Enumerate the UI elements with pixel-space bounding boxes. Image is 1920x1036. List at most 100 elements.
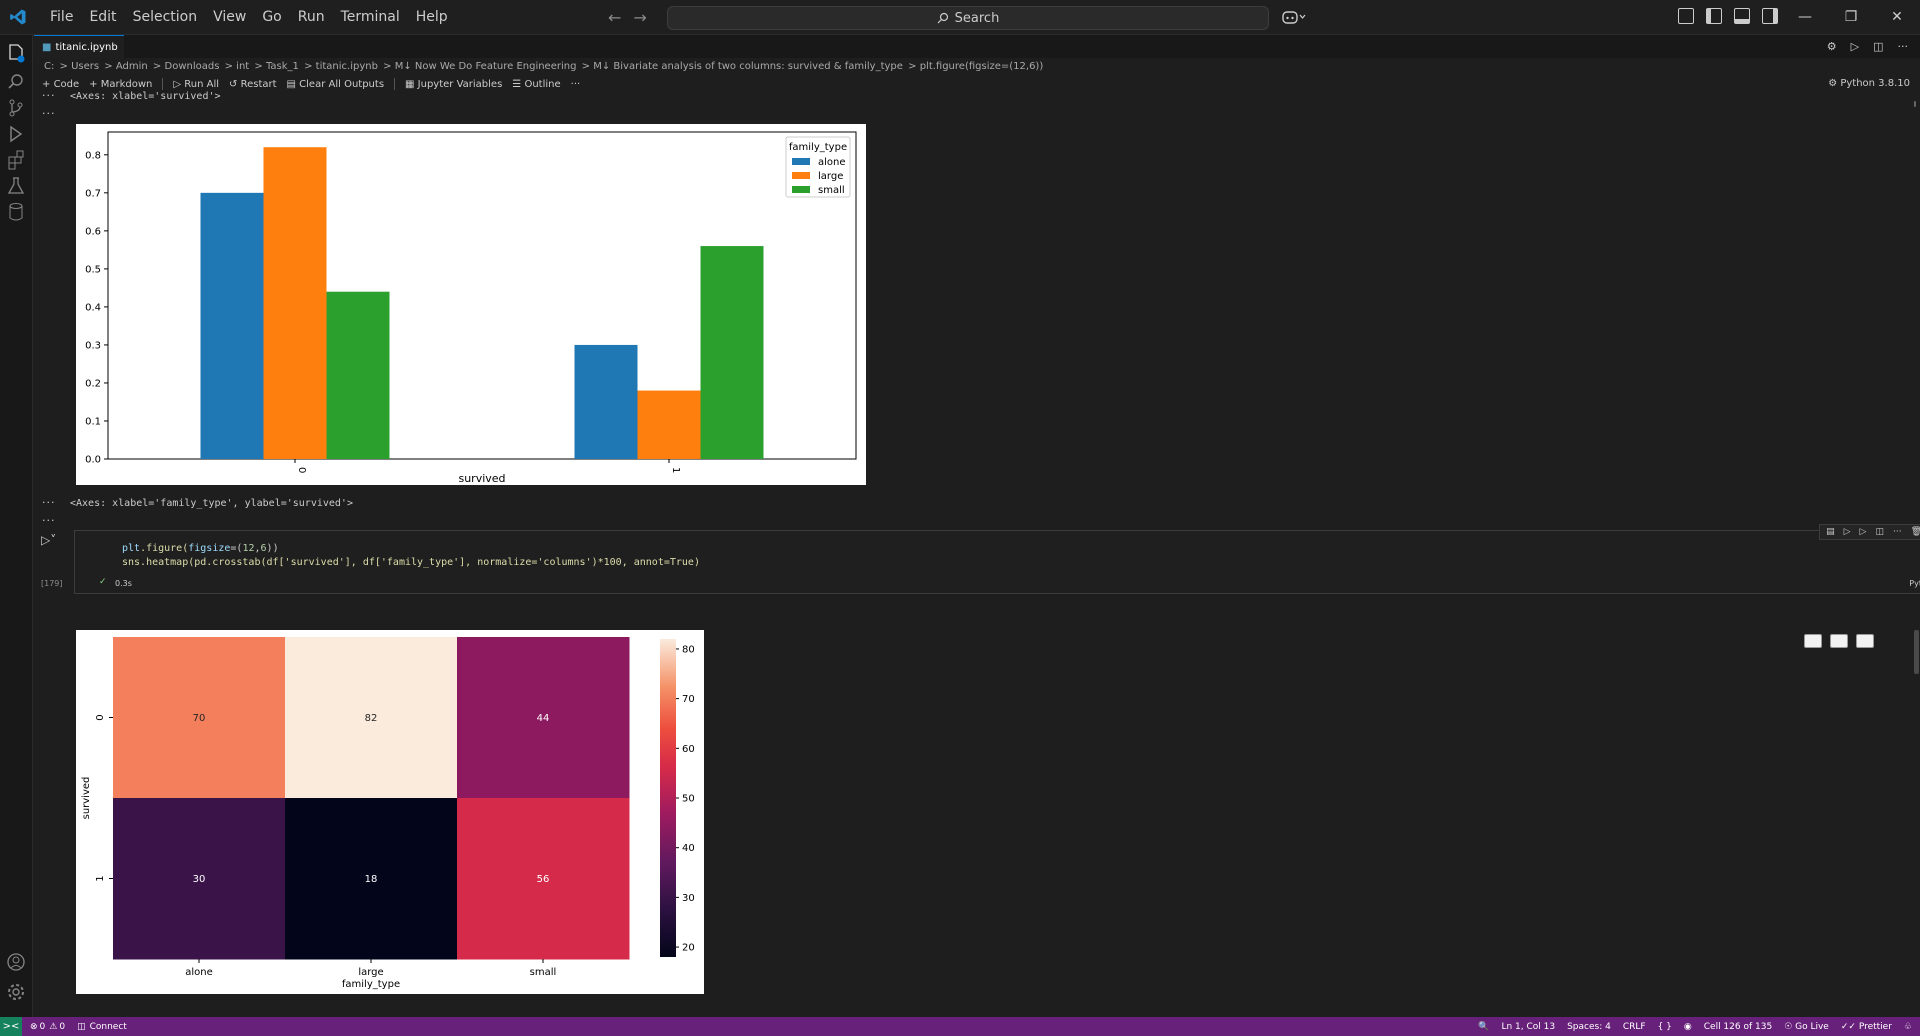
split-cell-icon[interactable]: ◫	[1875, 527, 1884, 537]
error-count[interactable]: 0	[40, 1022, 46, 1032]
scroll-up-icon[interactable]	[1914, 101, 1916, 107]
editor-actions: ⚙ ▷ ◫ ···	[1827, 40, 1908, 53]
menu-selection[interactable]: Selection	[125, 0, 206, 35]
breadcrumb-item[interactable]: Task_1	[266, 61, 299, 72]
line-ending[interactable]: CRLF	[1623, 1022, 1646, 1032]
copilot-icon[interactable]	[1282, 9, 1310, 27]
breadcrumb-item[interactable]: Admin	[116, 61, 148, 72]
braces-icon[interactable]: { }	[1658, 1022, 1672, 1032]
x-axis-label: survived	[458, 472, 505, 485]
breadcrumb-item[interactable]: M↓ Now We Do Feature Engineering	[395, 61, 577, 72]
explorer-icon[interactable]	[5, 42, 27, 64]
code-editor[interactable]: plt.figure(figsize=(12,6)) sns.heatmap(p…	[122, 542, 700, 570]
account-icon[interactable]	[5, 951, 27, 973]
outline-button[interactable]: ☰ Outline	[512, 79, 560, 90]
output-more-icon[interactable]: ···	[42, 514, 56, 527]
prettier-button[interactable]: ✓✓ Prettier	[1841, 1022, 1892, 1032]
more-icon[interactable]: ···	[1893, 527, 1902, 537]
gear-icon[interactable]: ⚙	[1827, 40, 1837, 53]
restart-button[interactable]: ↺ Restart	[229, 79, 277, 90]
tab-label: titanic.ipynb	[55, 41, 118, 53]
menu-go[interactable]: Go	[254, 0, 289, 35]
warning-icon[interactable]: ⚠	[49, 1022, 57, 1032]
y-tick-label: 0.1	[85, 416, 101, 427]
settings-gear-icon[interactable]	[5, 981, 27, 1003]
x-tick-label: 1	[670, 467, 681, 473]
add-markdown-button[interactable]: + Markdown	[89, 79, 152, 90]
execute-below-icon[interactable]: ▷	[1860, 527, 1867, 537]
copilot-status-icon[interactable]: ◉	[1684, 1022, 1692, 1032]
minimize-icon[interactable]: —	[1782, 0, 1828, 35]
breadcrumb-item[interactable]: Users	[71, 61, 99, 72]
copy-output-icon[interactable]	[1804, 634, 1822, 648]
cell-language[interactable]: Python	[1909, 579, 1920, 588]
kernel-picker[interactable]: ⚙ Python 3.8.10	[1828, 75, 1910, 93]
customize-layout-icon[interactable]	[1678, 8, 1694, 24]
success-check-icon: ✓	[99, 577, 107, 587]
breadcrumb-item[interactable]: C:	[44, 61, 54, 72]
output-more-icon[interactable]: ···	[42, 89, 56, 102]
clear-outputs-button[interactable]: ▤ Clear All Outputs	[287, 79, 385, 90]
connect-label[interactable]: Connect	[90, 1022, 127, 1032]
output-more-icon[interactable]: ···	[42, 107, 56, 120]
title-bar: File Edit Selection View Go Run Terminal…	[0, 0, 1920, 35]
source-control-icon[interactable]	[5, 97, 27, 119]
output-text: <Axes: xlabel='survived'>	[70, 91, 221, 102]
menu-edit[interactable]: Edit	[81, 0, 124, 35]
error-icon[interactable]: ⊗	[30, 1022, 38, 1032]
y-tick-label: 0.7	[85, 188, 101, 199]
breadcrumb-item[interactable]: int	[236, 61, 249, 72]
tab-titanic-notebook[interactable]: ■ titanic.ipynb	[34, 35, 124, 58]
notifications-bell-icon[interactable]: ♧	[1904, 1022, 1912, 1032]
forward-arrow-icon[interactable]: →	[633, 8, 646, 27]
add-code-button[interactable]: + Code	[42, 79, 79, 90]
database-icon[interactable]	[5, 201, 27, 223]
toggle-secondary-sidebar-icon[interactable]	[1762, 8, 1778, 24]
back-arrow-icon[interactable]: ←	[608, 8, 621, 27]
jupyter-variables-button[interactable]: ▦ Jupyter Variables	[405, 79, 502, 90]
menu-file[interactable]: File	[42, 0, 81, 35]
notebook-editor: ··· <Axes: xlabel='survived'> ··· 0.0 0.1…	[34, 89, 1920, 1017]
split-editor-icon[interactable]: ◫	[1873, 40, 1883, 53]
go-live-button[interactable]: ☉ Go Live	[1784, 1022, 1829, 1032]
code-cell[interactable]: ▷˅ plt.figure(figsize=(12,6)) sns.heatma…	[41, 524, 1920, 594]
more-toolbar-button[interactable]: ···	[571, 79, 581, 90]
search-view-icon[interactable]	[5, 71, 27, 93]
output-more-icon[interactable]: ···	[42, 496, 56, 509]
vscode-logo-icon	[10, 9, 26, 25]
remote-indicator-icon[interactable]: ><	[0, 1017, 22, 1036]
execute-above-icon[interactable]: ▷	[1844, 527, 1851, 537]
menu-terminal[interactable]: Terminal	[333, 0, 408, 35]
run-all-button[interactable]: ▷ Run All	[173, 79, 219, 90]
toggle-primary-sidebar-icon[interactable]	[1706, 8, 1722, 24]
cursor-position[interactable]: Ln 1, Col 13	[1501, 1022, 1555, 1032]
database-connect-icon[interactable]: ◫	[77, 1022, 86, 1032]
breadcrumb-item[interactable]: Downloads	[165, 61, 220, 72]
testing-icon[interactable]	[5, 175, 27, 197]
delete-icon[interactable]: 🗑	[1911, 527, 1920, 537]
run-debug-icon[interactable]	[5, 123, 27, 145]
run-cell-button[interactable]: ▷˅	[41, 533, 56, 547]
indentation[interactable]: Spaces: 4	[1567, 1022, 1611, 1032]
close-icon[interactable]: ✕	[1874, 0, 1920, 35]
run-by-line-icon[interactable]: ▤	[1826, 527, 1835, 537]
editor-scrollbar[interactable]	[1914, 630, 1919, 674]
toggle-panel-icon[interactable]	[1734, 8, 1750, 24]
breadcrumb-item[interactable]: M↓ Bivariate analysis of two columns: su…	[593, 61, 903, 72]
cell-indicator[interactable]: Cell 126 of 135	[1704, 1022, 1772, 1032]
command-center-search[interactable]: Search	[667, 6, 1269, 30]
execution-count: [179]	[41, 579, 63, 588]
menu-run[interactable]: Run	[290, 0, 333, 35]
menu-help[interactable]: Help	[408, 0, 456, 35]
extensions-icon[interactable]	[5, 149, 27, 171]
breadcrumb-item[interactable]: plt.figure(figsize=(12,6))	[920, 61, 1044, 72]
menu-view[interactable]: View	[205, 0, 254, 35]
save-output-icon[interactable]	[1856, 634, 1874, 648]
restore-icon[interactable]: ❐	[1828, 0, 1874, 35]
warning-count[interactable]: 0	[59, 1022, 65, 1032]
breadcrumb-item[interactable]: titanic.ipynb	[316, 61, 378, 72]
open-plot-viewer-icon[interactable]	[1830, 634, 1848, 648]
zoom-icon[interactable]: 🔍	[1478, 1022, 1489, 1032]
run-icon[interactable]: ▷	[1851, 40, 1859, 53]
more-actions-icon[interactable]: ···	[1898, 40, 1909, 53]
